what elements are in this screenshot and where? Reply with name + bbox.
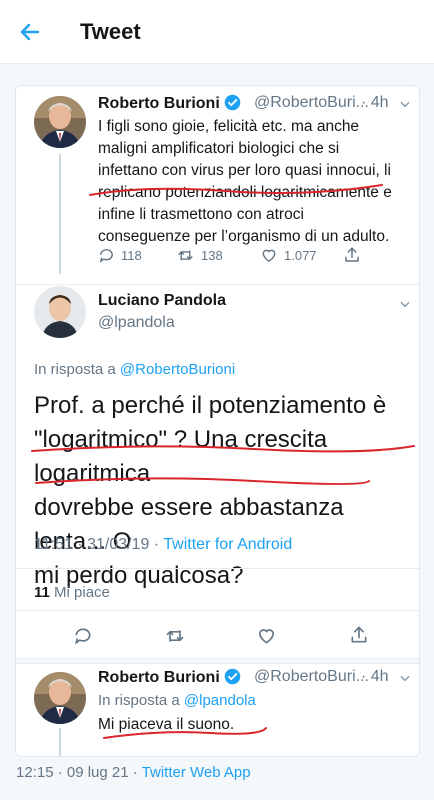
source-link[interactable]: Twitter Web App (142, 764, 251, 781)
heart-icon[interactable] (256, 626, 277, 646)
avatar[interactable] (34, 672, 86, 724)
heart-icon (262, 249, 276, 263)
avatar[interactable] (34, 286, 86, 338)
text-line: maligni amplificatori biologici che si (98, 140, 340, 157)
section-divider (16, 658, 419, 664)
reply-to-link[interactable]: @RobertoBurioni (120, 361, 235, 378)
divider (16, 610, 419, 611)
text-line: infine li trasmettono con atroci (98, 206, 304, 223)
reply-button[interactable]: 118 (98, 247, 142, 264)
page-title: Tweet (80, 19, 141, 44)
text-line: "logaritmico" ? Una crescita logaritmica (34, 426, 328, 487)
verified-badge-icon (224, 668, 241, 685)
source-link[interactable]: Twitter for Android (163, 536, 292, 553)
tweet-card: Roberto Burioni @RobertoBuri... · 4h I f… (15, 85, 420, 757)
share-icon[interactable] (343, 246, 361, 264)
share-icon[interactable] (349, 625, 369, 645)
reply-context: In risposta a @lpandola (98, 692, 256, 709)
chevron-down-icon[interactable] (398, 297, 412, 311)
back-arrow-icon[interactable] (18, 20, 42, 44)
likes-summary[interactable]: 11 Mi piace (34, 584, 110, 601)
tweet-timestamp: 11:51 · 31/03/19 · Twitter for Android (34, 536, 293, 553)
reply-text: Mi piaceva il suono. (98, 716, 235, 733)
text-line: conseguenze per l’organismo di un adulto… (98, 228, 390, 245)
text-line: I figli sono gioie, felicità etc. ma anc… (98, 118, 360, 135)
author-name[interactable]: Luciano Pandola (98, 292, 226, 310)
reply-context: In risposta a @RobertoBurioni (34, 361, 236, 378)
reply-to-link[interactable]: @lpandola (184, 692, 256, 709)
reply-icon (99, 249, 113, 263)
retweet-icon[interactable] (164, 626, 186, 646)
reply-icon[interactable] (73, 626, 93, 646)
footer-timestamp: 12:15 · 09 lug 21 · Twitter Web App (16, 764, 251, 781)
verified-badge-icon (224, 94, 241, 111)
divider (16, 568, 419, 569)
main-tweet-text: Prof. a perché il potenziamento è "logar… (34, 389, 414, 593)
author-handle[interactable]: @RobertoBuri... (254, 94, 369, 112)
author-name[interactable]: Roberto Burioni (98, 668, 241, 687)
author-handle[interactable]: @RobertoBuri... (254, 668, 369, 686)
text-line: Prof. a perché il potenziamento è (34, 392, 387, 419)
retweet-button[interactable]: 138 (176, 247, 223, 264)
author-handle[interactable]: @lpandola (98, 314, 175, 332)
text-line: infettano con virus per loro quasi innoc… (98, 162, 391, 179)
top-bar: Tweet (0, 0, 434, 64)
tweet-text: I figli sono gioie, felicità etc. ma anc… (98, 116, 418, 248)
chevron-down-icon[interactable] (398, 671, 412, 685)
text-line: replicano potenziandoli logaritmicamente… (98, 184, 392, 201)
tweet-time: · 4h (361, 668, 389, 685)
divider (16, 284, 419, 285)
author-name[interactable]: Roberto Burioni (98, 94, 241, 113)
tweet-time: · 4h (361, 94, 389, 111)
retweet-icon (178, 250, 193, 261)
thread-line (59, 728, 61, 756)
like-button[interactable]: 1.077 (260, 247, 317, 264)
avatar[interactable] (34, 96, 86, 148)
chevron-down-icon[interactable] (398, 97, 412, 111)
thread-line (59, 154, 61, 274)
